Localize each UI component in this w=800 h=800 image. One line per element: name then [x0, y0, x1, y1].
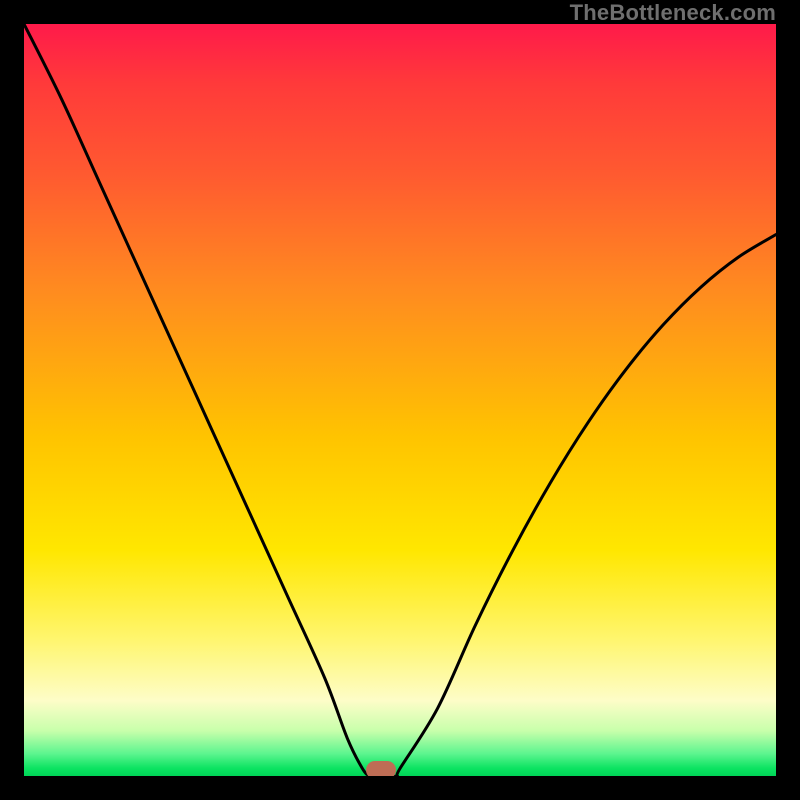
chart-frame: TheBottleneck.com	[0, 0, 800, 800]
bottleneck-curve	[24, 24, 776, 776]
plot-area	[24, 24, 776, 776]
watermark-text: TheBottleneck.com	[570, 0, 776, 26]
minimum-marker	[366, 761, 396, 776]
